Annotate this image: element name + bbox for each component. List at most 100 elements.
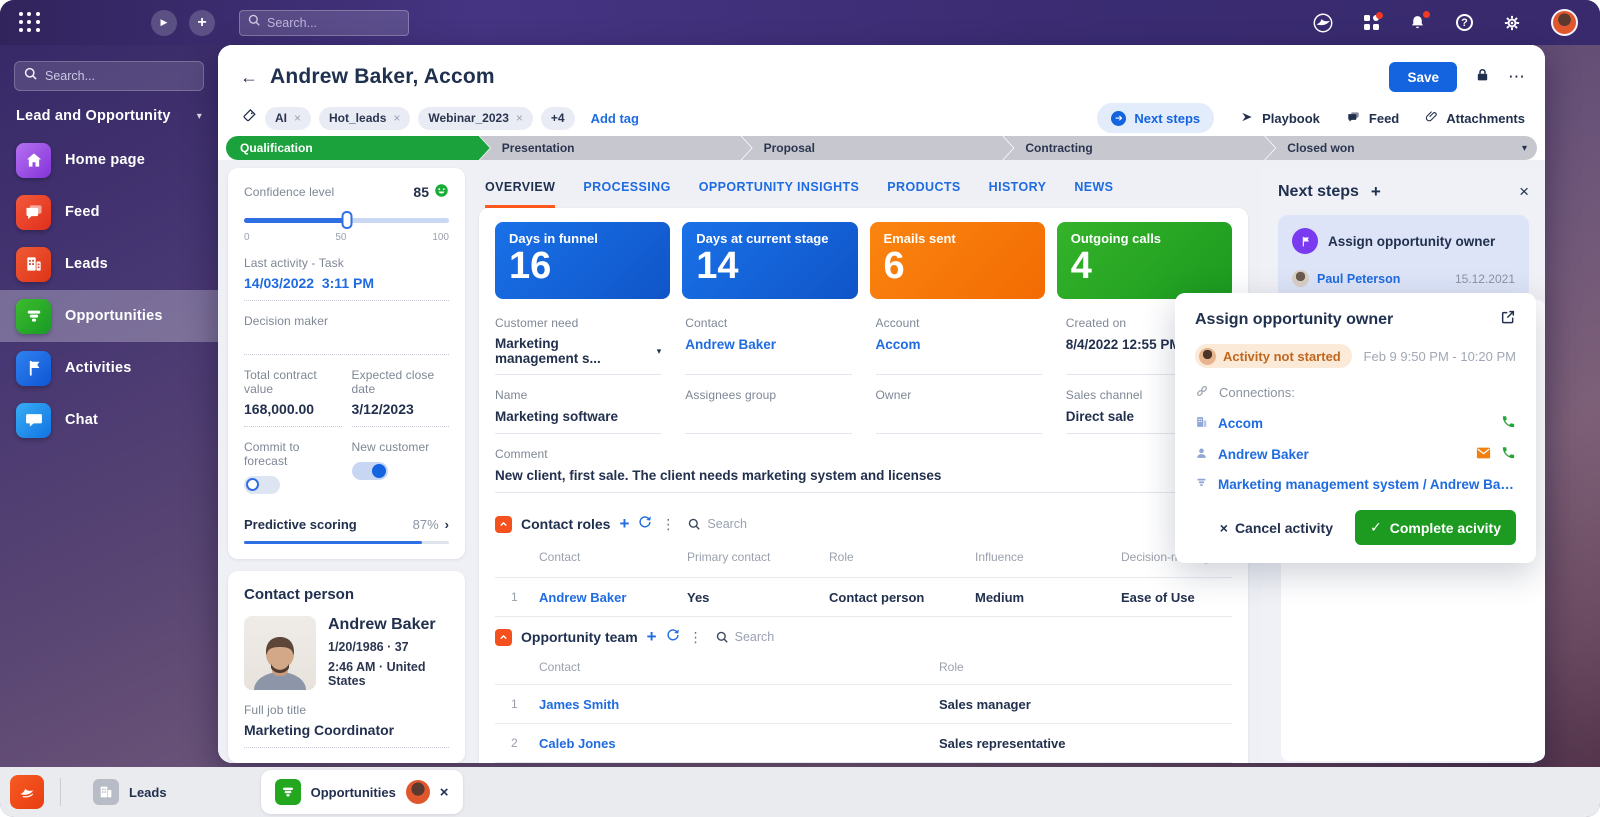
last-activity-date[interactable]: 14/03/2022 — [244, 275, 314, 291]
settings-gear-icon[interactable] — [1503, 14, 1521, 32]
new-customer-toggle[interactable] — [352, 462, 388, 480]
last-activity-time[interactable]: 3:11 PM — [322, 275, 374, 291]
kebab-menu-icon[interactable]: ⋮ — [661, 516, 675, 533]
contact-link[interactable]: Andrew Baker — [539, 590, 687, 605]
field-assignees-group[interactable]: Assignees group — [685, 388, 851, 434]
help-icon[interactable]: ? — [1456, 14, 1473, 31]
tab-history[interactable]: HISTORY — [989, 168, 1047, 208]
connection-contact[interactable]: Andrew Baker — [1195, 445, 1516, 463]
workspace-selector[interactable]: Lead and Opportunity ▾ — [16, 108, 202, 124]
cancel-activity-button[interactable]: × Cancel activity — [1220, 520, 1333, 536]
next-step-card[interactable]: Assign opportunity owner Paul Peterson 1… — [1278, 215, 1529, 300]
total-contract-value[interactable]: 168,000.00 — [244, 401, 342, 417]
call-icon[interactable] — [1501, 414, 1516, 432]
stage-presentation[interactable]: Presentation — [480, 136, 752, 160]
back-arrow-icon[interactable]: ← — [240, 67, 258, 88]
run-process-button[interactable]: ▶ — [151, 10, 177, 36]
app-launcher-icon[interactable] — [19, 12, 41, 34]
sidebar-search-input[interactable] — [45, 69, 185, 83]
sidebar-item-chat[interactable]: Chat — [0, 394, 218, 446]
tab-overview[interactable]: OVERVIEW — [485, 168, 555, 208]
contact-link[interactable]: Caleb Jones — [539, 736, 939, 751]
complete-activity-button[interactable]: ✓ Complete acivity — [1355, 510, 1516, 545]
notifications-bell-icon[interactable] — [1409, 14, 1426, 31]
job-title-value[interactable]: Marketing Coordinator — [244, 722, 449, 738]
taskbar-tab-opportunities[interactable]: Opportunities × — [261, 770, 463, 814]
feed-button[interactable]: Feed — [1346, 110, 1399, 127]
stage-closed-won[interactable]: Closed won▾ — [1265, 136, 1537, 160]
stage-qualification[interactable]: Qualification — [226, 136, 490, 160]
global-search[interactable] — [239, 10, 409, 36]
field-account[interactable]: AccountAccom — [876, 316, 1042, 375]
user-avatar[interactable] — [1551, 9, 1578, 36]
tab-processing[interactable]: PROCESSING — [583, 168, 670, 208]
sidebar-item-leads[interactable]: Leads — [0, 238, 218, 290]
taskbar-tab-leads[interactable]: Leads — [77, 770, 183, 814]
tab-news[interactable]: NEWS — [1074, 168, 1113, 208]
tag-chip[interactable]: Hot_leads× — [319, 107, 410, 130]
field-comment[interactable]: CommentNew client, first sale. The clien… — [495, 447, 1232, 493]
sidebar-search[interactable] — [14, 61, 204, 91]
call-icon[interactable] — [1501, 445, 1516, 463]
add-icon[interactable]: + — [619, 514, 629, 534]
column-header[interactable]: Role — [939, 660, 1232, 675]
sidebar-item-opportunities[interactable]: Opportunities — [0, 290, 218, 342]
sidebar-item-feed[interactable]: Feed — [0, 186, 218, 238]
table-row[interactable]: 1 James Smith Sales manager — [495, 685, 1232, 724]
close-icon[interactable]: × — [1519, 182, 1529, 202]
column-header[interactable]: Contact — [539, 550, 687, 565]
chevron-down-icon[interactable]: ▾ — [1522, 143, 1527, 154]
add-new-button[interactable]: + — [189, 10, 215, 36]
step-owner-link[interactable]: Paul Peterson — [1317, 272, 1400, 286]
collapse-icon[interactable] — [495, 516, 512, 533]
playbook-button[interactable]: Playbook — [1240, 110, 1320, 127]
column-header[interactable]: Influence — [975, 550, 1121, 565]
sidebar-item-activities[interactable]: Activities — [0, 342, 218, 394]
confidence-slider[interactable] — [244, 211, 449, 229]
remove-tag-icon[interactable]: × — [294, 111, 301, 125]
more-actions-icon[interactable]: ⋯ — [1508, 67, 1525, 87]
collapse-icon[interactable] — [495, 629, 512, 646]
contact-roles-search[interactable] — [688, 517, 787, 531]
contact-roles-search-input[interactable] — [707, 517, 787, 531]
save-button[interactable]: Save — [1389, 62, 1457, 92]
open-in-new-icon[interactable] — [1500, 309, 1516, 330]
close-icon[interactable]: × — [440, 784, 449, 801]
tab-opportunity-insights[interactable]: OPPORTUNITY INSIGHTS — [699, 168, 860, 208]
global-search-input[interactable] — [267, 16, 387, 30]
remove-tag-icon[interactable]: × — [516, 111, 523, 125]
chevron-right-icon[interactable]: › — [445, 517, 449, 532]
tag-chip[interactable]: Webinar_2023× — [418, 107, 533, 130]
field-owner[interactable]: Owner — [876, 388, 1042, 434]
attachments-button[interactable]: Attachments — [1425, 109, 1525, 127]
close-date-value[interactable]: 3/12/2023 — [352, 401, 450, 417]
tag-chip[interactable]: AI× — [265, 107, 311, 130]
lock-icon[interactable] — [1475, 67, 1490, 88]
next-steps-button[interactable]: ➔ Next steps — [1097, 103, 1214, 133]
add-icon[interactable]: + — [647, 627, 657, 647]
contact-photo[interactable] — [244, 616, 316, 690]
field-customer-need[interactable]: Customer need Marketing management s...▾ — [495, 316, 661, 375]
add-step-icon[interactable]: + — [1371, 182, 1381, 202]
column-header[interactable]: Role — [829, 550, 975, 565]
stage-contracting[interactable]: Contracting — [1003, 136, 1275, 160]
kebab-menu-icon[interactable]: ⋮ — [689, 629, 703, 646]
creatio-logo-icon[interactable] — [10, 775, 44, 809]
connection-account[interactable]: Accom — [1195, 414, 1516, 432]
add-tag-button[interactable]: Add tag — [591, 111, 639, 126]
remove-tag-icon[interactable]: × — [393, 111, 400, 125]
opportunity-team-search-input[interactable] — [735, 630, 815, 644]
table-row[interactable]: 1 Andrew Baker Yes Contact person Medium… — [495, 578, 1232, 617]
contact-link[interactable]: James Smith — [539, 697, 939, 712]
email-icon[interactable] — [1476, 447, 1491, 462]
commit-toggle[interactable] — [244, 476, 280, 494]
refresh-icon[interactable] — [638, 515, 652, 534]
column-header[interactable]: Primary contact — [687, 550, 829, 565]
creatio-logo-icon[interactable] — [1312, 12, 1334, 34]
apps-icon[interactable] — [1364, 15, 1380, 31]
field-contact[interactable]: ContactAndrew Baker — [685, 316, 851, 375]
column-header[interactable]: Contact — [539, 660, 939, 675]
refresh-icon[interactable] — [666, 628, 680, 647]
connection-opportunity[interactable]: Marketing management system / Andrew Bak… — [1195, 476, 1516, 492]
table-row[interactable]: 2 Caleb Jones Sales representative — [495, 724, 1232, 763]
